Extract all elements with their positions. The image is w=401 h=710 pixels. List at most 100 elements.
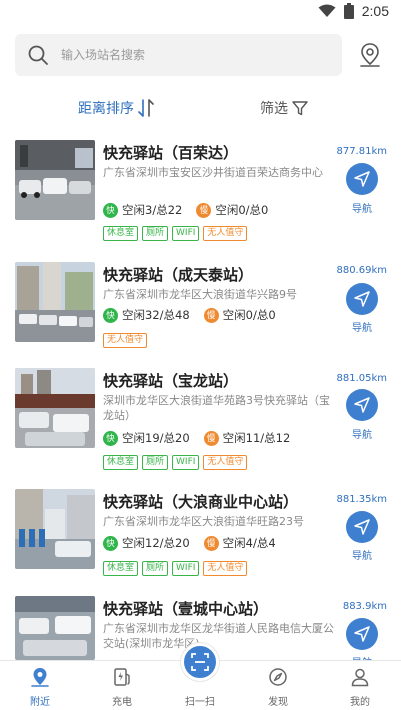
station-address: 广东省深圳市龙华区大浪街道华旺路23号 (103, 515, 304, 528)
tab-nearby[interactable]: 附近 (10, 661, 70, 710)
availability-row: 快 空闲3/总22 慢 空闲0/总0 (103, 202, 268, 218)
navigate-button[interactable] (346, 389, 378, 421)
tab-mine[interactable]: 我的 (330, 661, 390, 710)
tag-wifi: WIFI (172, 561, 200, 576)
station-distance: 881.05km (336, 373, 387, 384)
tag-lounge: 休息室 (103, 561, 139, 576)
navigation-arrow-icon (354, 626, 370, 642)
sort-icon (138, 99, 154, 117)
tab-discover[interactable]: 发现 (248, 661, 308, 710)
compass-icon (269, 668, 287, 686)
station-distance: 877.81km (336, 146, 387, 157)
navigate-button[interactable] (346, 163, 378, 195)
navigate-label[interactable]: 导航 (352, 319, 372, 334)
station-name: 快充驿站（百荣达） (103, 144, 239, 162)
amenity-tags: 休息室 厕所 WIFI 无人值守 (103, 561, 248, 576)
station-photo (15, 368, 95, 448)
tag-unattended: 无人值守 (203, 561, 248, 576)
tag-lounge: 休息室 (103, 455, 139, 470)
tag-wifi: WIFI (172, 226, 200, 241)
station-photo (15, 262, 95, 342)
status-time: 2:05 (361, 3, 389, 19)
scan-button[interactable] (181, 643, 219, 681)
amenity-tags: 休息室 厕所 WIFI 无人值守 (103, 455, 248, 470)
search-bar[interactable] (15, 34, 342, 76)
slow-charge-badge: 慢 (196, 202, 212, 218)
amenity-tags: 无人值守 (103, 333, 148, 348)
tab-scan[interactable]: 扫一扫 (170, 643, 230, 710)
sort-label: 距离排序 (78, 101, 134, 117)
fast-charge-badge: 快 (103, 202, 118, 218)
slow-charge-badge: 慢 (203, 430, 219, 446)
slow-availability: 空闲0/总0 (215, 203, 269, 217)
fast-availability: 空闲12/总20 (122, 536, 190, 550)
navigate-button[interactable] (346, 283, 378, 315)
station-address: 广东省深圳市龙华区龙华街道人民路电信大厦公交站(深圳市龙华区) (103, 622, 334, 650)
tag-lounge: 休息室 (103, 226, 139, 241)
tag-unattended: 无人值守 (203, 226, 248, 241)
amenity-tags: 休息室 厕所 WIFI 无人值守 (103, 226, 248, 241)
tab-label: 我的 (350, 697, 370, 708)
navigation-arrow-icon (354, 291, 370, 307)
sort-by-distance-button[interactable]: 距离排序 (78, 98, 154, 118)
filter-label: 筛选 (260, 101, 288, 117)
navigate-label[interactable]: 导航 (352, 547, 372, 562)
tag-toilet: 厕所 (142, 226, 169, 241)
scan-icon (191, 653, 209, 671)
navigate-label[interactable]: 导航 (352, 200, 372, 215)
tag-wifi: WIFI (172, 455, 200, 470)
user-icon (351, 668, 369, 687)
station-photo (15, 596, 95, 660)
funnel-icon (292, 101, 308, 116)
search-input[interactable] (61, 48, 321, 62)
fast-charge-badge: 快 (103, 307, 118, 323)
location-icon (31, 668, 49, 687)
fast-availability: 空闲19/总20 (122, 431, 190, 445)
fast-availability: 空闲3/总22 (122, 203, 183, 217)
filter-button[interactable]: 筛选 (260, 98, 308, 118)
station-photo (15, 489, 95, 569)
map-pin-icon[interactable] (357, 42, 383, 68)
station-name: 快充驿站（大浪商业中心站） (103, 493, 299, 511)
wifi-icon (318, 4, 336, 17)
station-name: 快充驿站（壹城中心站） (103, 600, 269, 618)
tab-label: 扫一扫 (185, 697, 215, 708)
navigate-button[interactable] (346, 618, 378, 650)
fast-charge-badge: 快 (103, 430, 118, 446)
battery-icon (343, 3, 354, 19)
tab-label: 附近 (30, 697, 50, 708)
station-address: 广东省深圳市宝安区沙井街道百荣达商务中心 (103, 166, 323, 179)
slow-availability: 空闲4/总4 (222, 536, 276, 550)
slow-charge-badge: 慢 (203, 535, 219, 551)
station-address: 深圳市龙华区大浪街道华苑路3号快充驿站（宝龙站） (103, 394, 330, 422)
navigate-button[interactable] (346, 511, 378, 543)
bottom-tab-bar: 附近 充电 扫一扫 发现 我的 (0, 643, 401, 710)
fast-availability: 空闲32/总48 (122, 308, 190, 322)
tag-unattended: 无人值守 (203, 455, 248, 470)
charger-icon (114, 668, 130, 686)
tab-charge[interactable]: 充电 (92, 661, 152, 710)
station-distance: 880.69km (336, 265, 387, 276)
navigation-arrow-icon (354, 397, 370, 413)
search-icon (28, 45, 48, 65)
slow-availability: 空闲0/总0 (222, 308, 276, 322)
tag-unattended: 无人值守 (103, 333, 148, 348)
availability-row: 快 空闲12/总20 慢 空闲4/总4 (103, 535, 276, 551)
station-photo (15, 140, 95, 220)
slow-availability: 空闲11/总12 (222, 431, 291, 445)
fast-charge-badge: 快 (103, 535, 118, 551)
tab-label: 发现 (268, 697, 288, 708)
navigation-arrow-icon (354, 171, 370, 187)
tab-label: 充电 (112, 697, 132, 708)
station-address: 广东省深圳市龙华区大浪街道华兴路9号 (103, 288, 297, 301)
filter-row: 距离排序 筛选 (0, 96, 401, 124)
status-bar: 2:05 (0, 0, 401, 24)
station-name: 快充驿站（成天泰站） (103, 266, 254, 284)
navigate-label[interactable]: 导航 (352, 426, 372, 441)
station-name: 快充驿站（宝龙站） (103, 372, 239, 390)
station-distance: 883.9km (342, 601, 387, 612)
navigation-arrow-icon (354, 519, 370, 535)
availability-row: 快 空闲19/总20 慢 空闲11/总12 (103, 430, 290, 446)
slow-charge-badge: 慢 (203, 307, 219, 323)
tag-toilet: 厕所 (142, 455, 169, 470)
